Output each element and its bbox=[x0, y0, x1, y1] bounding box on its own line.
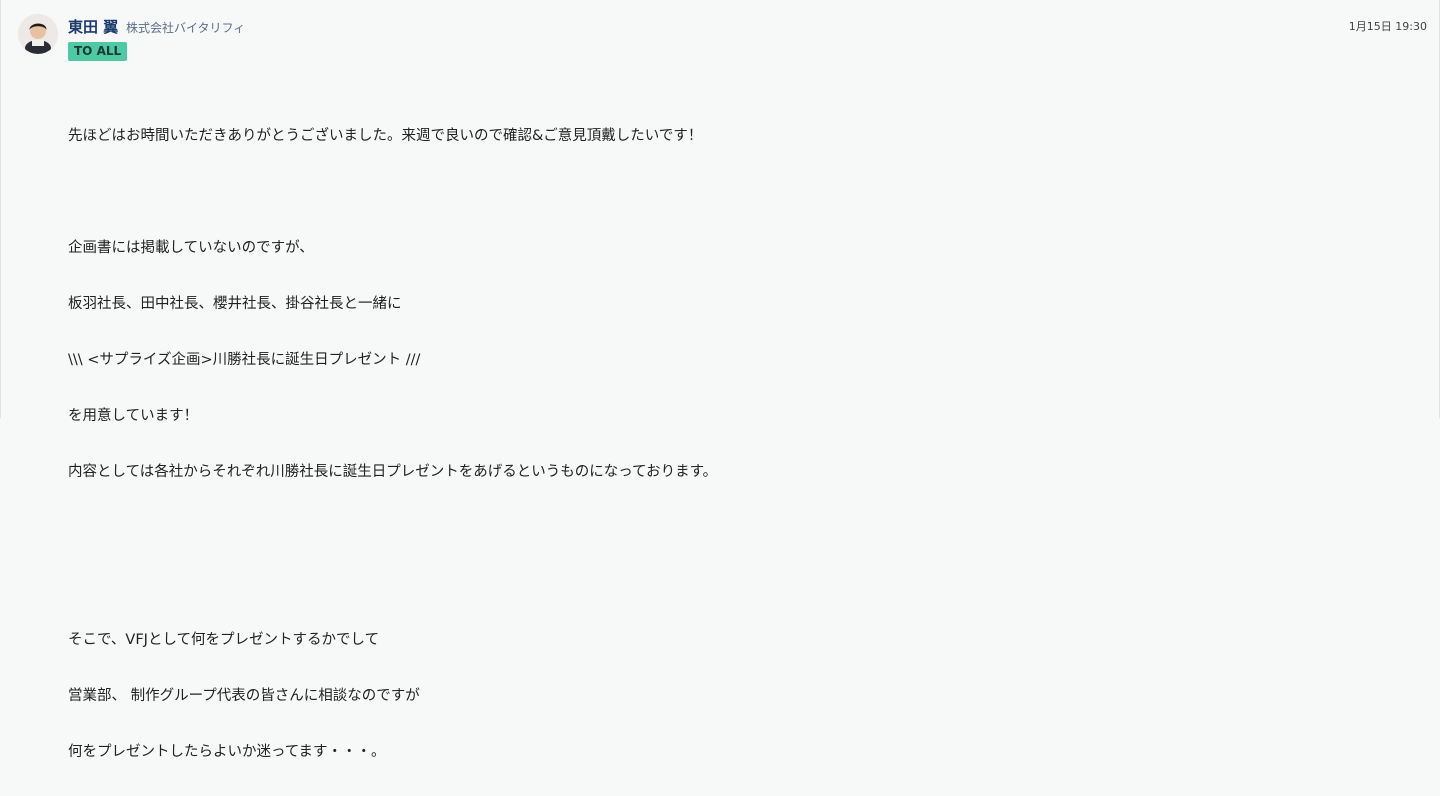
message-line: 板羽社長、田中社長、櫻井社長、掛谷社長と一緒に bbox=[68, 296, 402, 312]
message-line: \\\ <サプライズ企画>川勝社長に誕生日プレゼント /// bbox=[68, 352, 421, 368]
chat-message: 東田 翼 株式会社バイタリフィ TO ALL 1月15日 19:30 先ほどはお… bbox=[1, 0, 1439, 760]
user-avatar-icon bbox=[18, 14, 58, 54]
message-line-blank bbox=[68, 516, 1408, 540]
message-line-blank bbox=[68, 572, 1408, 596]
message-line: 内容としては各社からそれぞれ川勝社長に誕生日プレゼントをあげるというものになって… bbox=[68, 464, 718, 480]
message-line: を用意しています！ bbox=[68, 408, 199, 424]
message-line: 何をプレゼントしたらよいか迷ってます・・・。 bbox=[68, 744, 386, 760]
avatar[interactable] bbox=[18, 14, 58, 54]
message-line: 先ほどはお時間いただきありがとうございました。来週で良いので確認&ご意見頂戴した… bbox=[68, 128, 703, 144]
sender-name[interactable]: 東田 翼 bbox=[68, 16, 118, 37]
message-line: そこで、VFJとして何をプレゼントするかでして bbox=[68, 632, 380, 648]
message-line: 営業部、 制作グループ代表の皆さんに相談なのですが bbox=[68, 688, 420, 704]
sender-organization: 株式会社バイタリフィ bbox=[126, 21, 246, 35]
message-timestamp: 1月15日 19:30 bbox=[1348, 20, 1427, 33]
message-line: 企画書には掲載していないのですが、 bbox=[68, 240, 314, 256]
message-line-blank bbox=[68, 180, 1408, 204]
message-body: 先ほどはお時間いただきありがとうございました。来週で良いので確認&ご意見頂戴した… bbox=[68, 92, 1408, 796]
to-all-badge: TO ALL bbox=[68, 42, 128, 61]
